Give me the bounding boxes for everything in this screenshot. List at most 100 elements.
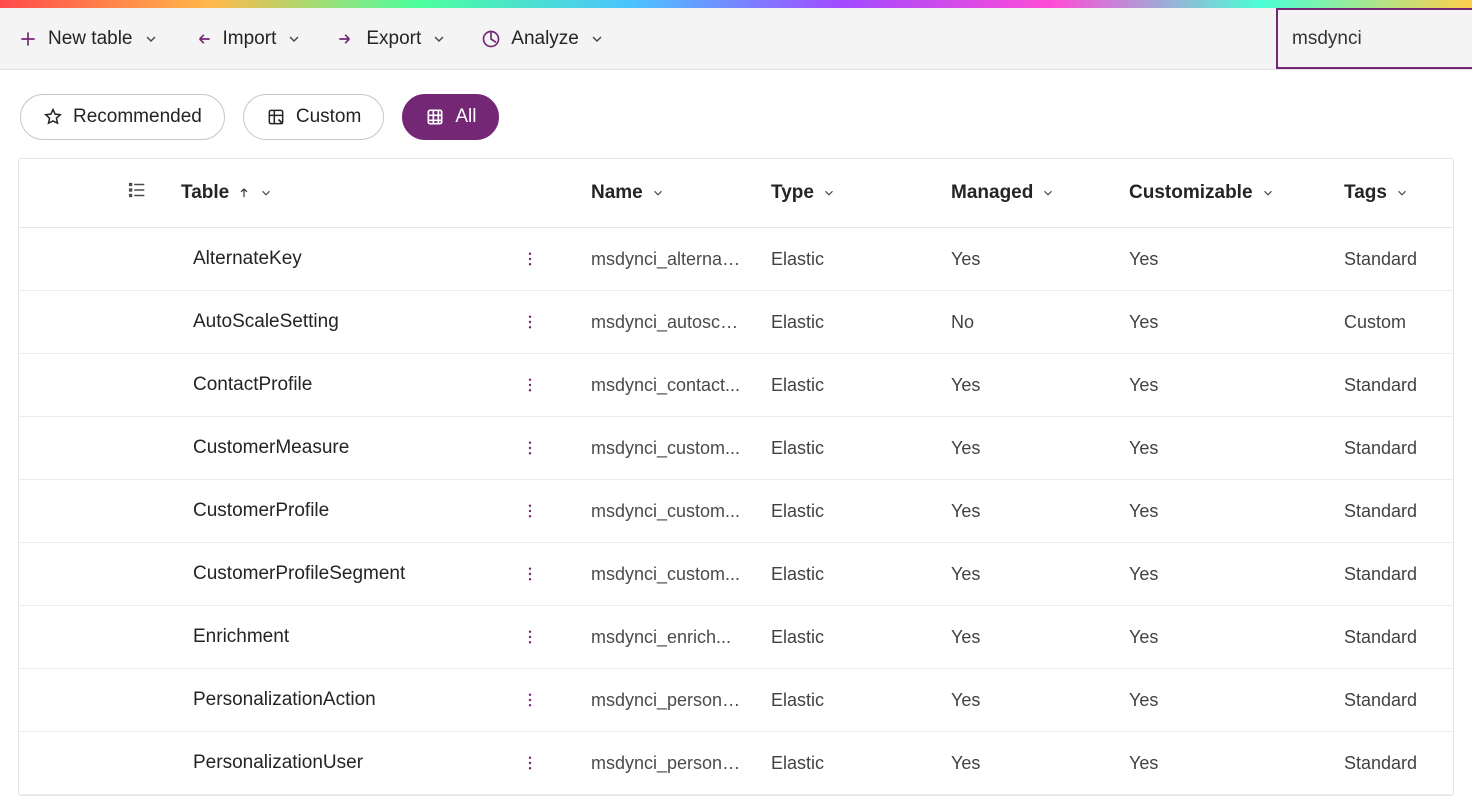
custom-icon [266,107,286,127]
row-type: Elastic [771,438,824,458]
row-table-name: AlternateKey [169,248,302,270]
chevron-down-icon [286,31,302,47]
row-type: Elastic [771,627,824,647]
column-header-name[interactable]: Name [579,159,759,228]
row-customizable: Yes [1129,501,1158,521]
row-type: Elastic [771,312,824,332]
table-row[interactable]: AutoScaleSetting msdynci_autosca... Elasti… [19,291,1453,354]
filter-recommended[interactable]: Recommended [20,94,225,140]
import-button[interactable]: Import [193,28,303,50]
chevron-down-icon [1041,186,1055,200]
row-managed: Yes [951,690,980,710]
row-table-name: Enrichment [169,626,289,648]
chevron-down-icon [822,186,836,200]
search-box[interactable] [1276,8,1472,69]
chevron-down-icon [651,186,665,200]
column-header-tags-label: Tags [1344,182,1387,204]
table-row[interactable]: AlternateKey msdynci_alternat... Elastic Ye… [19,228,1453,291]
more-vertical-icon [521,250,539,268]
filter-recommended-label: Recommended [73,106,202,128]
export-button[interactable]: Export [336,28,447,50]
row-type: Elastic [771,564,824,584]
row-table-name: CustomerProfile [169,500,329,522]
import-icon [193,29,213,49]
grid-icon [425,107,445,127]
column-header-type[interactable]: Type [759,159,939,228]
row-menu-button[interactable] [521,628,539,646]
row-name: msdynci_custom... [591,438,740,459]
row-name: msdynci_alternat... [591,249,741,270]
column-selector[interactable] [19,159,169,228]
row-type: Elastic [771,501,824,521]
row-type: Elastic [771,375,824,395]
more-vertical-icon [521,502,539,520]
row-table-name: CustomerProfileSegment [169,563,405,585]
table-row[interactable]: PersonalizationUsermsdynci_persona...Ela… [19,732,1453,795]
row-managed: Yes [951,249,980,269]
row-managed: Yes [951,375,980,395]
row-menu-button[interactable] [521,439,539,457]
row-table-name: CustomerMeasure [169,437,349,459]
row-table-name: PersonalizationAction [169,689,376,711]
analyze-label: Analyze [511,28,579,50]
more-vertical-icon [521,376,539,394]
command-bar: New table Import Export Analyze [0,8,1472,70]
tables-grid: Table Name Type [18,158,1454,796]
row-customizable: Yes [1129,312,1158,332]
more-vertical-icon [521,313,539,331]
row-table-name: PersonalizationUser [169,752,363,774]
chevron-down-icon [143,31,159,47]
export-icon [336,29,356,49]
filter-row: Recommended Custom All [0,70,1472,158]
row-name: msdynci_autosca... [591,312,741,333]
row-tags: Standard [1344,627,1417,647]
row-type: Elastic [771,249,824,269]
row-customizable: Yes [1129,690,1158,710]
row-menu-button[interactable] [521,313,539,331]
more-vertical-icon [521,754,539,772]
row-menu-button[interactable] [521,754,539,772]
row-table-name: AutoScaleSetting [169,311,339,333]
row-managed: Yes [951,438,980,458]
column-header-table[interactable]: Table [169,159,579,228]
row-menu-button[interactable] [521,502,539,520]
import-label: Import [223,28,277,50]
table-row[interactable]: PersonalizationAction msdynci_persona... E… [19,669,1453,732]
row-managed: Yes [951,501,980,521]
new-table-button[interactable]: New table [18,28,159,50]
row-menu-button[interactable] [521,565,539,583]
row-menu-button[interactable] [521,250,539,268]
row-customizable: Yes [1129,753,1158,773]
column-header-managed[interactable]: Managed [939,159,1117,228]
filter-custom[interactable]: Custom [243,94,384,140]
row-tags: Standard [1344,501,1417,521]
analyze-button[interactable]: Analyze [481,28,605,50]
filter-custom-label: Custom [296,106,361,128]
filter-all[interactable]: All [402,94,499,140]
table-row[interactable]: ContactProfilemsdynci_contact...ElasticY… [19,354,1453,417]
table-row[interactable]: CustomerProfileSegment msdynci_custom... E… [19,543,1453,606]
table-row[interactable]: Enrichmentmsdynci_enrich...ElasticYesYes… [19,606,1453,669]
row-managed: Yes [951,753,980,773]
column-header-customizable[interactable]: Customizable [1117,159,1332,228]
row-menu-button[interactable] [521,691,539,709]
filter-all-label: All [455,106,476,128]
row-tags: Standard [1344,375,1417,395]
row-menu-button[interactable] [521,376,539,394]
row-managed: No [951,312,974,332]
row-tags: Standard [1344,438,1417,458]
row-type: Elastic [771,690,824,710]
new-table-label: New table [48,28,133,50]
row-tags: Standard [1344,690,1417,710]
table-row[interactable]: CustomerMeasure msdynci_custom... Elastic Y… [19,417,1453,480]
row-customizable: Yes [1129,249,1158,269]
column-header-tags[interactable]: Tags [1332,159,1453,228]
plus-icon [18,29,38,49]
search-input[interactable] [1278,10,1472,67]
row-name: msdynci_persona... [591,690,741,711]
row-customizable: Yes [1129,627,1158,647]
row-name: msdynci_custom... [591,501,740,522]
more-vertical-icon [521,439,539,457]
row-name: msdynci_custom... [591,564,740,585]
table-row[interactable]: CustomerProfile msdynci_custom... Elastic Y… [19,480,1453,543]
